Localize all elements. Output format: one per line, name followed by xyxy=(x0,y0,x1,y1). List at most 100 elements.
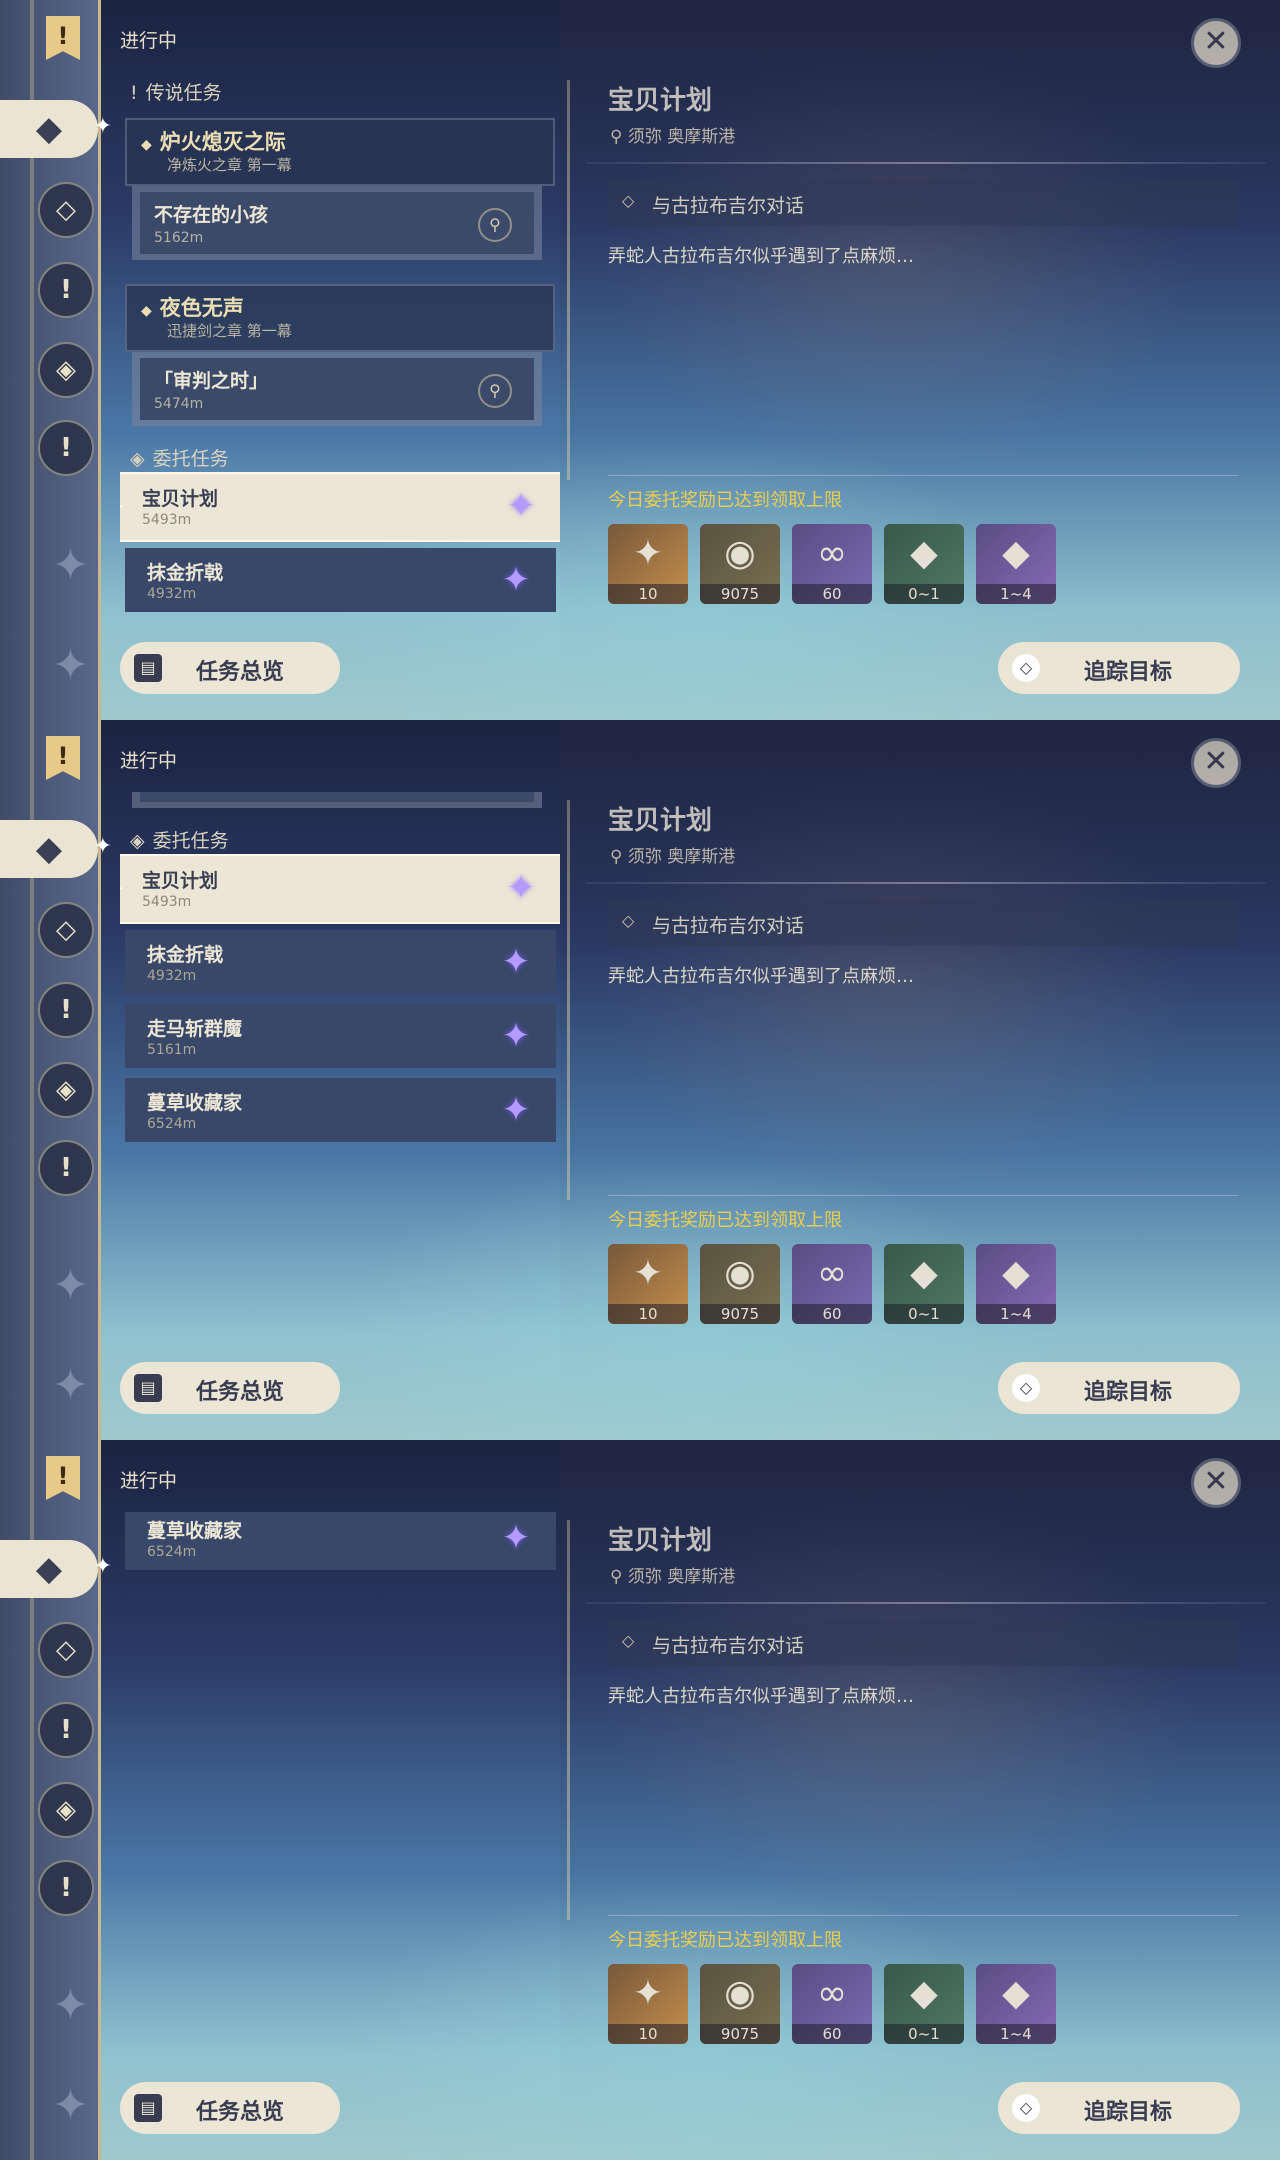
sub-quest-card[interactable]: 「审判之时」5474m⚲ xyxy=(132,792,542,808)
sub-quest-card[interactable]: 「审判之时」 5474m ⚲ xyxy=(132,352,542,426)
reward-item[interactable]: ✦ 10 xyxy=(608,524,688,604)
commission-star-icon: ✦ xyxy=(501,560,531,600)
commission-distance: 5493m xyxy=(142,512,192,528)
reward-count: 10 xyxy=(608,1304,688,1324)
legend-quest-chapter: 迅捷剑之章 第一幕 xyxy=(167,322,292,340)
commission-card[interactable]: 走马斩群魔 5161m ✦ xyxy=(125,1004,556,1068)
reward-item[interactable]: ◆ 0~1 xyxy=(884,1964,964,2044)
sub-quest-distance: 5474m xyxy=(154,396,204,412)
quest-flag-icon[interactable]: ! xyxy=(46,1456,80,1500)
commission-icon[interactable]: ◆ ✦ xyxy=(0,820,112,878)
divider xyxy=(608,475,1238,476)
commission-card[interactable]: 抹金折戟 4932m ✦ xyxy=(125,930,556,994)
reward-item[interactable]: ◉ 9075 xyxy=(700,1244,780,1324)
objective-bar: ◇ 与古拉布吉尔对话 xyxy=(608,180,1238,226)
event-icon[interactable]: ! xyxy=(38,1860,94,1916)
world-icon[interactable]: ◈ xyxy=(38,1062,94,1118)
crystal-cluster-icon: ◆ xyxy=(1002,533,1030,574)
commission-distance: 4932m xyxy=(147,968,197,984)
commission-card[interactable]: ▶ 宝贝计划 5493m ✦ xyxy=(120,474,560,540)
reward-item[interactable]: ◆ 1~4 xyxy=(976,1244,1056,1324)
reward-count: 60 xyxy=(792,2024,872,2044)
commission-star-icon: ✦ xyxy=(501,1016,531,1056)
scrollbar[interactable] xyxy=(567,80,570,480)
quest-flag-icon[interactable]: ! xyxy=(46,16,80,60)
commission-card[interactable]: 蔓草收藏家 6524m ✦ xyxy=(125,1512,556,1570)
objective-diamond-icon: ◇ xyxy=(622,1631,635,1650)
diamond-icon: ◇ xyxy=(1012,654,1040,682)
detail-title: 宝贝计划 xyxy=(608,1526,713,1556)
quest-panel: ! ◆✦ ◇ ! ◈ ! ✦ ✦ 进行中 ✕ !传说任务◆炉火熄灭之际净炼火之章… xyxy=(0,0,1280,720)
reward-item[interactable]: ◆ 1~4 xyxy=(976,524,1056,604)
track-label: 追踪目标 xyxy=(1084,1380,1173,1405)
location-text: 须弥 奥摩斯港 xyxy=(627,127,736,147)
quest-overview-button[interactable]: ▤ 任务总览 xyxy=(120,1362,340,1414)
legend-quest-card[interactable]: ◆ 炉火熄灭之际 净炼火之章 第一幕 xyxy=(125,118,555,186)
commission-star-icon: ✦ xyxy=(501,1518,531,1558)
story-icon[interactable]: ! xyxy=(38,982,94,1038)
reward-item[interactable]: ✦ 10 xyxy=(608,1244,688,1324)
event-icon[interactable]: ! xyxy=(38,420,94,476)
section-title: 委托任务 xyxy=(152,830,229,852)
commission-distance: 6524m xyxy=(147,1116,197,1132)
diamond-icon: ◈ xyxy=(130,830,145,852)
event-icon[interactable]: ! xyxy=(38,1140,94,1196)
track-label: 追踪目标 xyxy=(1084,2100,1173,2125)
quest-flag-icon[interactable]: ! xyxy=(46,736,80,780)
story-icon[interactable]: ! xyxy=(38,1702,94,1758)
divider xyxy=(586,162,1266,164)
track-target-button[interactable]: ◇ 追踪目标 xyxy=(998,2082,1240,2134)
commission-title: 蔓草收藏家 xyxy=(147,1092,243,1114)
reward-item[interactable]: ◆ 0~1 xyxy=(884,524,964,604)
commission-card[interactable]: ▶ 宝贝计划 5493m ✦ xyxy=(120,856,560,922)
close-button[interactable]: ✕ xyxy=(1191,1458,1241,1508)
archon-icon[interactable]: ◇ xyxy=(38,182,94,238)
quest-overview-button[interactable]: ▤ 任务总览 xyxy=(120,642,340,694)
reward-item[interactable]: ◆ 0~1 xyxy=(884,1244,964,1324)
reward-item[interactable]: ✦ 10 xyxy=(608,1964,688,2044)
map-pin-icon[interactable]: ⚲ xyxy=(478,208,512,242)
reward-count: 0~1 xyxy=(884,2024,964,2044)
close-button[interactable]: ✕ xyxy=(1191,738,1241,788)
crystal-icon: ◆ xyxy=(910,1973,938,2014)
reward-item[interactable]: ◆ 1~4 xyxy=(976,1964,1056,2044)
commission-card[interactable]: 抹金折戟 4932m ✦ xyxy=(125,548,556,612)
sub-quest-card[interactable]: 不存在的小孩 5162m ⚲ xyxy=(132,186,542,260)
reward-item[interactable]: ∞ 60 xyxy=(792,1244,872,1324)
quest-overview-button[interactable]: ▤ 任务总览 xyxy=(120,2082,340,2134)
commission-icon[interactable]: ◆ ✦ xyxy=(0,100,112,158)
scrollbar[interactable] xyxy=(567,1520,570,1920)
archon-icon[interactable]: ◇ xyxy=(38,902,94,958)
reward-count: 1~4 xyxy=(976,2024,1056,2044)
quest-list[interactable]: !传说任务◆炉火熄灭之际净炼火之章 第一幕不存在的小孩5162m⚲◆夜色无声迅捷… xyxy=(120,1512,560,2052)
story-icon[interactable]: ! xyxy=(38,262,94,318)
commission-card[interactable]: 蔓草收藏家 6524m ✦ xyxy=(125,1078,556,1142)
scrollbar[interactable] xyxy=(567,800,570,1200)
track-target-button[interactable]: ◇ 追踪目标 xyxy=(998,642,1240,694)
commission-distance: 6524m xyxy=(147,1544,197,1560)
reward-item[interactable]: ◉ 9075 xyxy=(700,1964,780,2044)
reward-item[interactable]: ∞ 60 xyxy=(792,524,872,604)
quest-list[interactable]: !传说任务◆炉火熄灭之际净炼火之章 第一幕不存在的小孩5162m⚲◆夜色无声迅捷… xyxy=(120,72,560,612)
reward-item[interactable]: ◉ 9075 xyxy=(700,524,780,604)
quest-list[interactable]: !传说任务◆炉火熄灭之际净炼火之章 第一幕不存在的小孩5162m⚲◆夜色无声迅捷… xyxy=(120,792,560,1332)
track-target-button[interactable]: ◇ 追踪目标 xyxy=(998,1362,1240,1414)
objective-text: 与古拉布吉尔对话 xyxy=(652,915,805,937)
archon-icon[interactable]: ◇ xyxy=(38,1622,94,1678)
close-button[interactable]: ✕ xyxy=(1191,18,1241,68)
map-pin-icon[interactable]: ⚲ xyxy=(478,374,512,408)
commission-icon[interactable]: ◆ ✦ xyxy=(0,1540,112,1598)
diamond-icon: ◇ xyxy=(1012,2094,1040,2122)
reward-item[interactable]: ∞ 60 xyxy=(792,1964,872,2044)
objective-text: 与古拉布吉尔对话 xyxy=(652,1635,805,1657)
commission-star-icon: ✦ xyxy=(506,868,536,908)
world-icon[interactable]: ◈ xyxy=(38,1782,94,1838)
decor-diamond-icon: ✦ xyxy=(52,1360,89,1411)
legend-quest-card[interactable]: ◆ 夜色无声 迅捷剑之章 第一幕 xyxy=(125,284,555,352)
star-shard-icon: ✦ xyxy=(632,1973,664,2014)
sub-quest-title: 「审判之时」 xyxy=(154,370,269,392)
world-icon[interactable]: ◈ xyxy=(38,342,94,398)
objective-description: 弄蛇人古拉布吉尔似乎遇到了点麻烦… xyxy=(608,246,914,267)
overview-label: 任务总览 xyxy=(196,660,285,685)
reward-count: 0~1 xyxy=(884,584,964,604)
